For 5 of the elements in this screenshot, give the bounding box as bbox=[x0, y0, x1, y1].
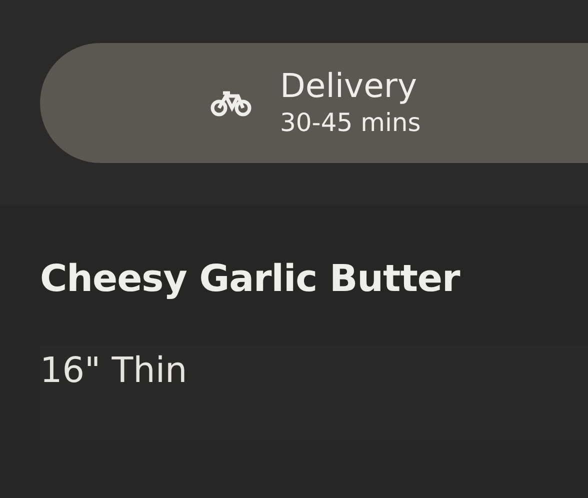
delivery-label: Delivery bbox=[280, 66, 418, 106]
delivery-time: 30-45 mins bbox=[280, 107, 421, 139]
item-name: Cheesy Garlic Butter bbox=[40, 256, 462, 302]
bicycle-icon bbox=[210, 89, 252, 117]
delivery-pill[interactable]: Delivery 30-45 mins bbox=[40, 43, 588, 163]
